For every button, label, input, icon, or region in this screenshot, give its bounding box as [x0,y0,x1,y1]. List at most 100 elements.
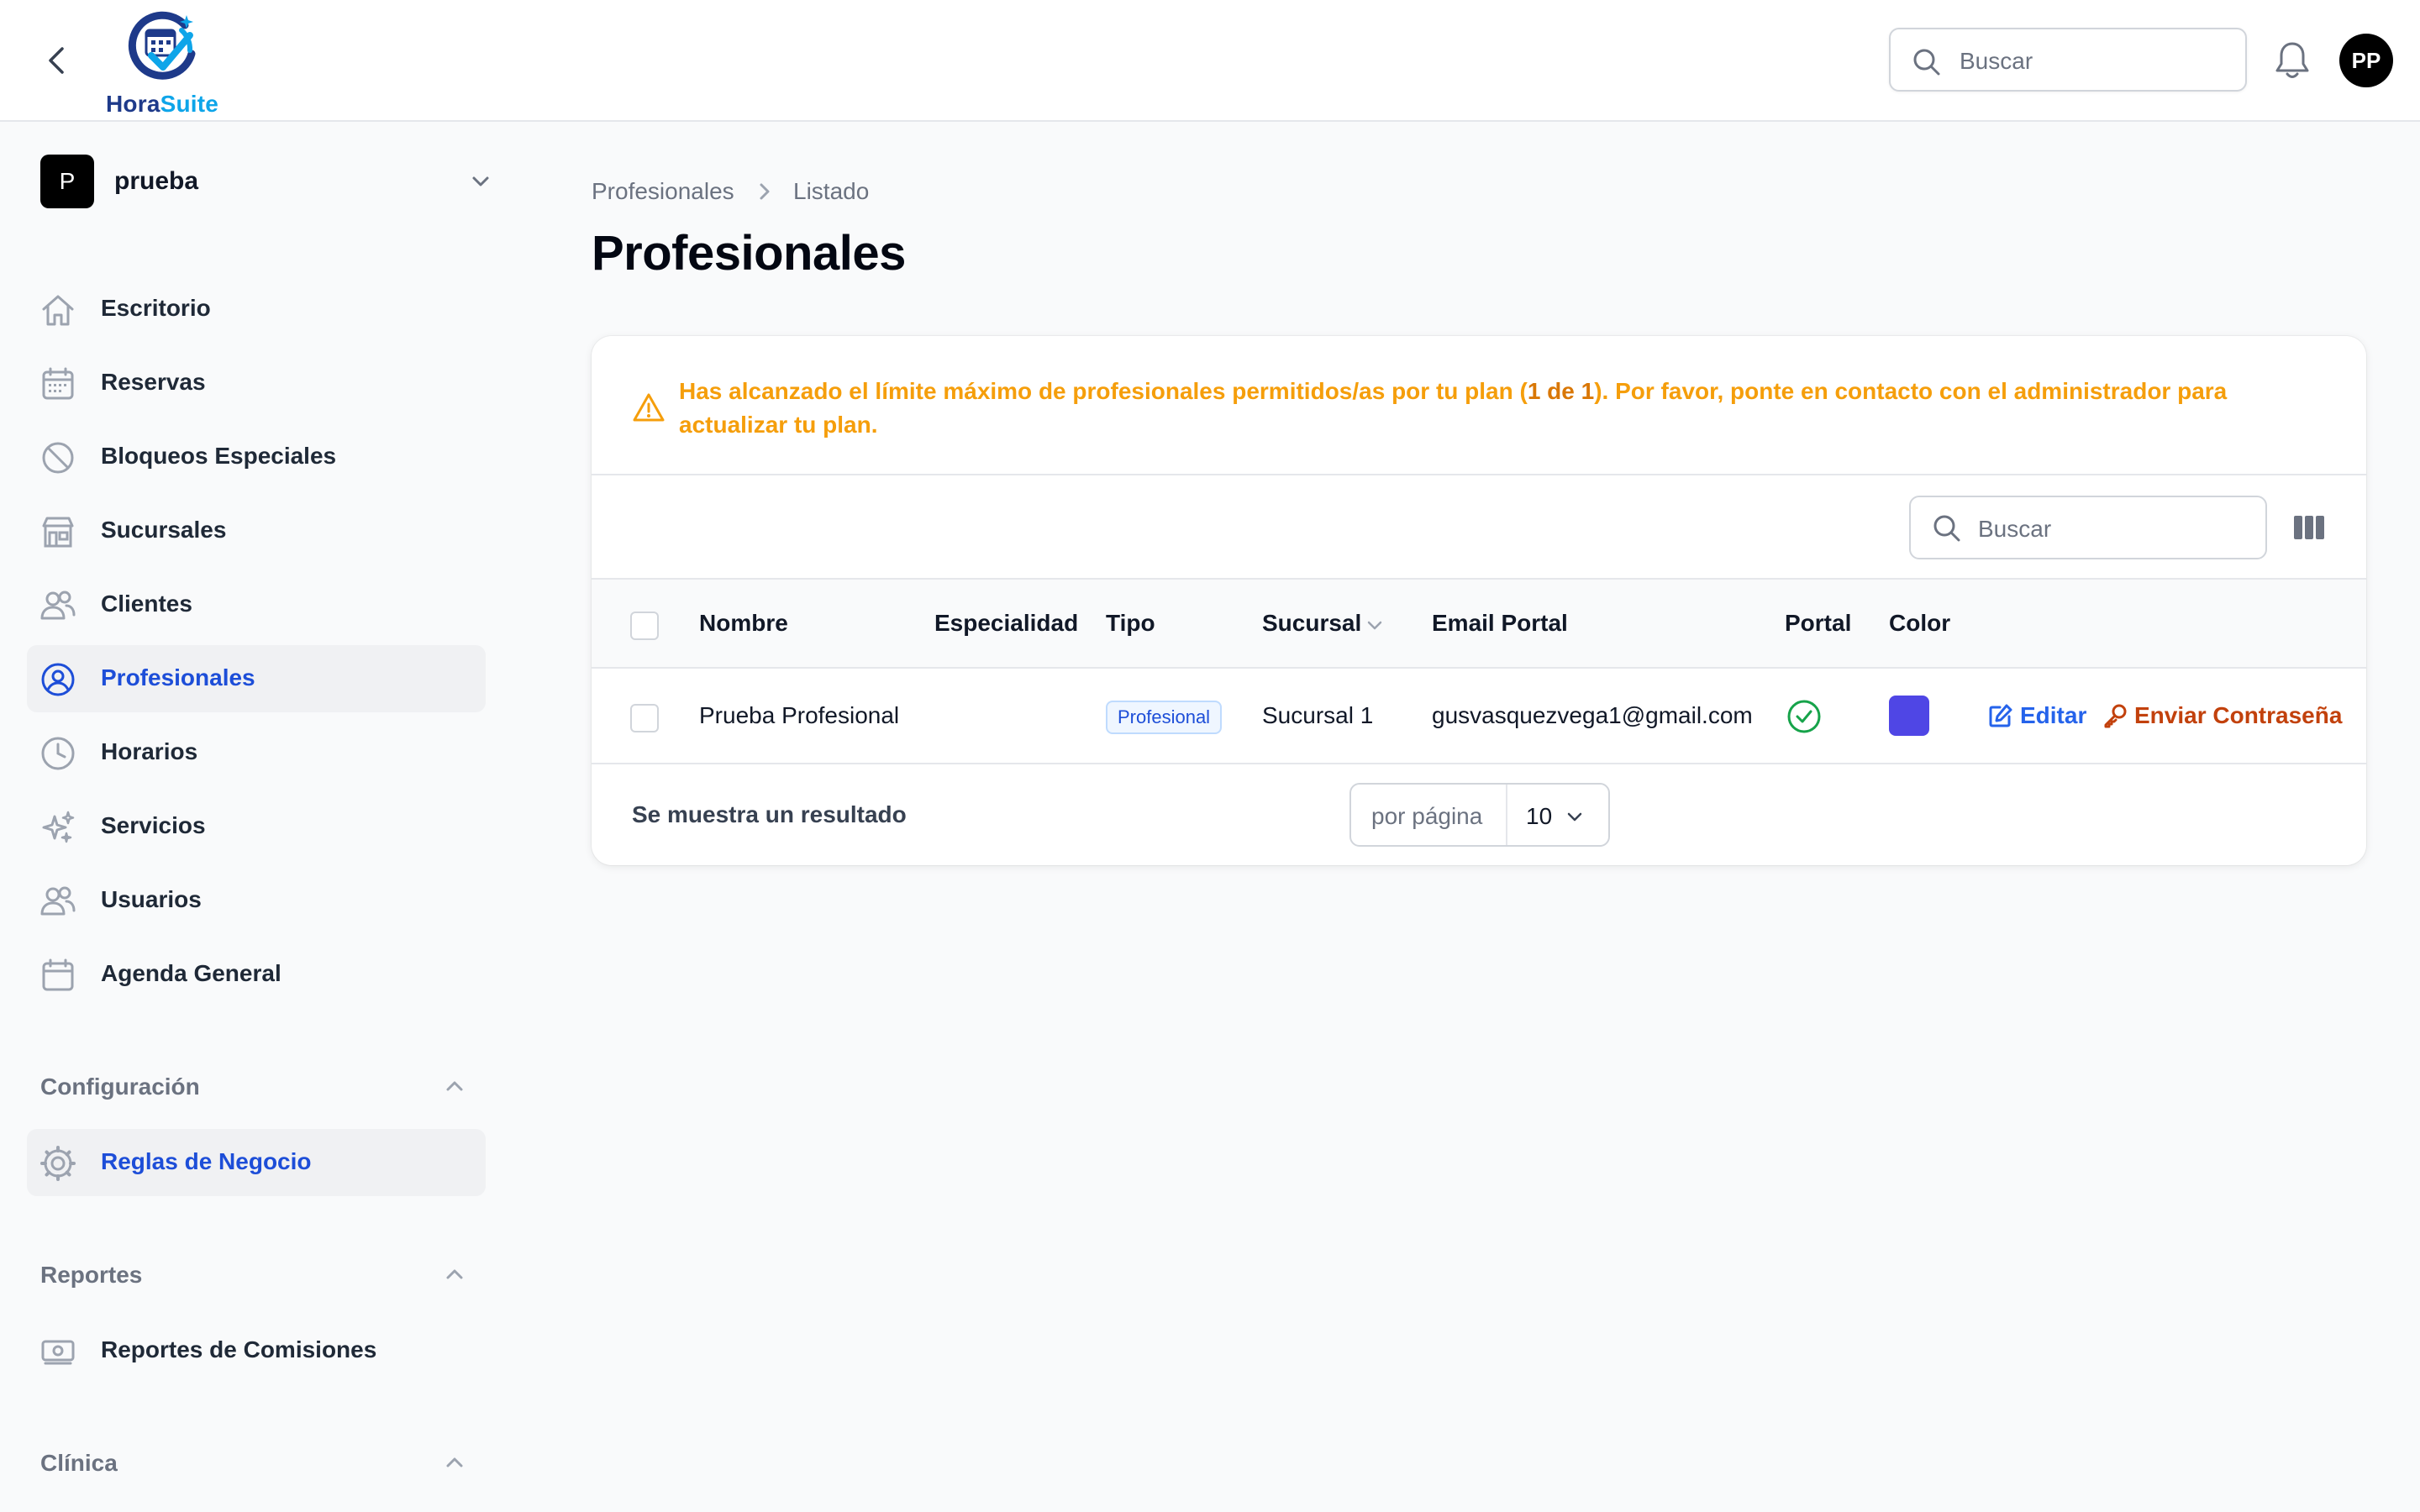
home-icon [40,292,76,328]
users-icon [40,884,76,919]
sidebar-item-label: Sucursales [101,517,227,543]
search-placeholder: Buscar [1978,516,2052,542]
sidebar-item-label: Reglas de Negocio [101,1148,312,1174]
clock-icon [40,736,76,771]
cell-email-portal: gusvasquezvega1@gmail.com [1432,702,1753,728]
sidebar-item-label: Profesionales [101,664,255,690]
sidebar-group-label: Configuración [40,1074,200,1100]
check-circle-icon [1786,699,1822,734]
sidebar-group-label: Reportes [40,1262,143,1288]
chevron-right-icon [753,180,776,203]
per-page-value: 10 [1526,803,1553,829]
sidebar-item-label: Agenda General [101,960,281,986]
global-search-input[interactable]: Buscar [1889,28,2247,92]
key-icon [2102,703,2128,728]
table-row[interactable]: Prueba Profesional Profesional Sucursal … [592,669,2366,764]
sidebar-item-reportes-de-comisiones[interactable]: Reportes de Comisiones [27,1317,486,1384]
sidebar-group-configuracion[interactable]: Configuración [40,1070,477,1104]
column-header-portal[interactable]: Portal [1785,610,1851,637]
sidebar-item-bloqueos-especiales[interactable]: Bloqueos Especiales [27,423,486,491]
sidebar-item-label: Reportes de Comisiones [101,1336,377,1362]
tenant-badge: P [40,155,94,208]
banknotes-icon [40,1334,76,1369]
storefront-icon [40,514,76,549]
column-header-email-portal[interactable]: Email Portal [1432,610,1568,637]
edit-button-label: Editar [2020,702,2087,728]
notifications-bell-icon[interactable] [2274,40,2311,81]
breadcrumb-current: Listado [793,178,870,204]
sidebar-item-profesionales[interactable]: Profesionales [27,645,486,712]
chevron-up-icon [444,1075,466,1097]
sidebar-group-reportes[interactable]: Reportes [40,1258,477,1292]
pencil-square-icon [1988,703,2013,728]
table-toolbar: Buscar [592,475,2366,580]
sidebar-item-label: Horarios [101,738,198,764]
sidebar-item-label: Usuarios [101,886,202,912]
plan-limit-alert: Has alcanzado el límite máximo de profes… [592,336,2366,475]
send-password-button-label: Enviar Contraseña [2134,702,2343,728]
sidebar-item-agenda-general[interactable]: Agenda General [27,941,486,1008]
row-checkbox[interactable] [630,704,659,732]
chevron-up-icon [444,1452,466,1473]
column-header-tipo[interactable]: Tipo [1106,610,1155,637]
sidebar-item-clientes[interactable]: Clientes [27,571,486,638]
user-circle-icon [40,662,76,697]
search-icon [1933,514,1961,543]
column-header-nombre[interactable]: Nombre [699,610,788,637]
table-search-input[interactable]: Buscar [1909,496,2267,559]
search-icon [1912,48,1941,76]
sidebar-item-reservas[interactable]: Reservas [27,349,486,417]
sidebar-item-label: Bloqueos Especiales [101,443,337,469]
sidebar-group-label: Clínica [40,1450,118,1476]
result-count: Se muestra un resultado [632,801,907,827]
select-all-checkbox[interactable] [630,612,659,640]
calendar-grid-icon [40,366,76,402]
user-avatar[interactable]: PP [2339,34,2393,87]
column-header-color[interactable]: Color [1889,610,1950,637]
sidebar-item-horarios[interactable]: Horarios [27,719,486,786]
sidebar-item-sucursales[interactable]: Sucursales [27,497,486,564]
sidebar-item-reglas-de-negocio[interactable]: Reglas de Negocio [27,1129,486,1196]
per-page-select[interactable]: por página 10 [1349,783,1610,847]
column-header-especialidad[interactable]: Especialidad [934,610,1078,637]
edit-button[interactable]: Editar [1988,701,2089,731]
type-badge: Profesional [1106,701,1223,734]
logo-text: HoraSuite [106,91,219,117]
sidebar-item-usuarios[interactable]: Usuarios [27,867,486,934]
cell-nombre: Prueba Profesional [699,702,900,728]
horasuite-logo[interactable]: HoraSuite [106,10,218,117]
sidebar-item-label: Escritorio [101,295,211,321]
ban-icon [40,440,76,475]
color-swatch [1889,696,1929,736]
table-footer: Se muestra un resultado por página 10 [592,764,2366,865]
sidebar-group-clinica[interactable]: Clínica [40,1446,477,1480]
chevron-down-icon [1565,806,1585,827]
sort-chevron-down-icon[interactable] [1365,615,1385,635]
top-bar: HoraSuite Buscar PP [0,0,2420,122]
tenant-switcher[interactable]: P prueba [40,155,494,208]
users-icon [40,588,76,623]
professionals-table-card: Has alcanzado el límite máximo de profes… [592,336,2366,865]
sidebar-item-label: Servicios [101,812,206,838]
breadcrumb-parent-link[interactable]: Profesionales [592,178,734,205]
warning-triangle-icon [632,391,666,425]
per-page-label: por página [1371,803,1483,829]
column-header-sucursal[interactable]: Sucursal [1262,610,1361,637]
calendar-icon [40,958,76,993]
alert-message: Has alcanzado el límite máximo de profes… [679,378,2228,438]
search-placeholder: Buscar [1960,48,2033,74]
cog-icon [40,1146,76,1181]
sidebar-item-label: Reservas [101,369,206,395]
chevron-down-icon [469,170,492,193]
page-title: Profesionales [592,226,906,281]
sidebar-item-servicios[interactable]: Servicios [27,793,486,860]
logo-mark-icon [126,10,197,82]
cell-sucursal: Sucursal 1 [1262,702,1374,728]
sidebar-item-label: Clientes [101,591,192,617]
send-password-button[interactable]: Enviar Contraseña [2102,701,2346,731]
sidebar-item-escritorio[interactable]: Escritorio [27,276,486,343]
chevron-up-icon [444,1263,466,1285]
column-toggle-icon[interactable] [2292,512,2326,543]
table-header: Nombre Especialidad Tipo Sucursal Email … [592,580,2366,669]
back-arrow-icon[interactable] [40,42,74,79]
